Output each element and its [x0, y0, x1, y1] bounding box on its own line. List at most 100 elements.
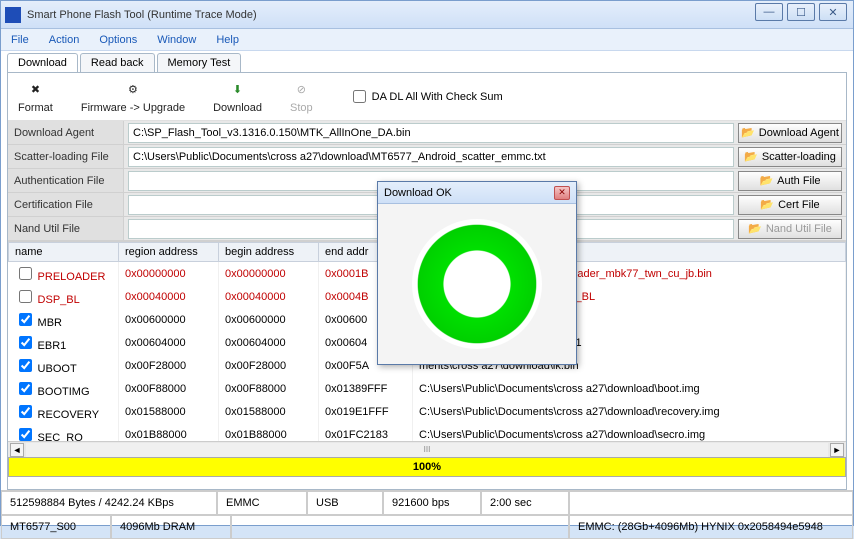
- col-region-address[interactable]: region address: [119, 243, 219, 262]
- menu-window[interactable]: Window: [157, 34, 196, 46]
- folder-icon: 📂: [759, 174, 773, 187]
- cell-begin-address: 0x01588000: [219, 400, 319, 423]
- menu-options[interactable]: Options: [99, 34, 137, 46]
- cell-region-address: 0x00604000: [119, 331, 219, 354]
- row-checkbox[interactable]: [19, 290, 32, 303]
- cell-region-address: 0x00F88000: [119, 377, 219, 400]
- status-emmc: EMMC: (28Gb+4096Mb) HYNIX 0x2058494e5948: [569, 515, 853, 539]
- format-button[interactable]: ✖ Format: [18, 80, 53, 114]
- status-bar: 512598884 Bytes / 4242.24 KBps EMMC USB …: [1, 490, 853, 538]
- horizontal-scrollbar[interactable]: ◄ III ►: [8, 441, 846, 457]
- stop-icon: ⊘: [291, 80, 311, 100]
- upgrade-icon: ⚙: [123, 80, 143, 100]
- da-checksum-option[interactable]: DA DL All With Check Sum: [353, 90, 503, 103]
- progress-bar: 100%: [8, 457, 846, 477]
- scatter-button[interactable]: 📂Scatter-loading: [738, 147, 842, 167]
- app-icon: [5, 7, 21, 23]
- download-button[interactable]: ⬇ Download: [213, 80, 262, 114]
- cert-button[interactable]: 📂Cert File: [738, 195, 842, 215]
- status-baud: 921600 bps: [383, 491, 481, 515]
- app-window: Smart Phone Flash Tool (Runtime Trace Mo…: [0, 0, 854, 526]
- row-checkbox[interactable]: [19, 405, 32, 418]
- col-begin-address[interactable]: begin address: [219, 243, 319, 262]
- download-ok-dialog: Download OK ✕: [377, 181, 577, 365]
- toolbar: ✖ Format ⚙ Firmware -> Upgrade ⬇ Downloa…: [8, 73, 846, 121]
- cert-label: Certification File: [8, 193, 124, 216]
- download-agent-field[interactable]: C:\SP_Flash_Tool_v3.1316.0.150\MTK_AllIn…: [128, 123, 734, 143]
- cell-location: C:\Users\Public\Documents\cross a27\down…: [413, 423, 846, 441]
- col-name[interactable]: name: [9, 243, 119, 262]
- scatter-label: Scatter-loading File: [8, 145, 124, 168]
- status-connection: USB: [307, 491, 383, 515]
- status-bytes: 512598884 Bytes / 4242.24 KBps: [1, 491, 217, 515]
- row-checkbox[interactable]: [19, 359, 32, 372]
- cell-region-address: 0x01588000: [119, 400, 219, 423]
- auth-label: Authentication File: [8, 169, 124, 192]
- row-checkbox[interactable]: [19, 428, 32, 441]
- dialog-title-text: Download OK: [384, 187, 452, 199]
- table-row[interactable]: BOOTIMG0x00F880000x00F880000x01389FFFC:\…: [9, 377, 846, 400]
- tab-memory-test[interactable]: Memory Test: [157, 53, 242, 72]
- folder-icon: 📂: [744, 150, 758, 163]
- minimize-button[interactable]: —: [755, 3, 783, 21]
- stop-button[interactable]: ⊘ Stop: [290, 80, 313, 114]
- cell-location: C:\Users\Public\Documents\cross a27\down…: [413, 377, 846, 400]
- scroll-track[interactable]: III: [26, 443, 828, 457]
- scroll-right-button[interactable]: ►: [830, 443, 844, 457]
- cell-region-address: 0x00040000: [119, 285, 219, 308]
- status-time: 2:00 sec: [481, 491, 569, 515]
- nand-label: Nand Util File: [8, 217, 124, 240]
- folder-icon: 📂: [760, 198, 774, 211]
- cell-begin-address: 0x00F28000: [219, 354, 319, 377]
- auth-button[interactable]: 📂Auth File: [738, 171, 842, 191]
- tab-download[interactable]: Download: [7, 53, 78, 72]
- status-empty: [569, 491, 853, 515]
- row-checkbox[interactable]: [19, 382, 32, 395]
- folder-icon: 📂: [748, 222, 762, 235]
- da-checksum-checkbox[interactable]: [353, 90, 366, 103]
- progress-text: 100%: [413, 461, 441, 473]
- cell-region-address: 0x01B88000: [119, 423, 219, 441]
- maximize-button[interactable]: ☐: [787, 3, 815, 21]
- row-checkbox[interactable]: [19, 267, 32, 280]
- dialog-titlebar[interactable]: Download OK ✕: [378, 182, 576, 204]
- status-empty2: [231, 515, 569, 539]
- cell-region-address: 0x00600000: [119, 308, 219, 331]
- cell-end-address: 0x019E1FFF: [319, 400, 413, 423]
- cell-begin-address: 0x00604000: [219, 331, 319, 354]
- cell-region-address: 0x00000000: [119, 262, 219, 286]
- table-row[interactable]: SEC_RO0x01B880000x01B880000x01FC2183C:\U…: [9, 423, 846, 441]
- cell-begin-address: 0x00040000: [219, 285, 319, 308]
- menubar: File Action Options Window Help: [1, 29, 853, 51]
- scroll-left-button[interactable]: ◄: [10, 443, 24, 457]
- download-agent-label: Download Agent: [8, 121, 124, 144]
- download-agent-button[interactable]: 📂Download Agent: [738, 123, 842, 143]
- scatter-field[interactable]: C:\Users\Public\Documents\cross a27\down…: [128, 147, 734, 167]
- window-title: Smart Phone Flash Tool (Runtime Trace Mo…: [27, 9, 257, 21]
- download-icon: ⬇: [228, 80, 248, 100]
- row-checkbox[interactable]: [19, 336, 32, 349]
- table-row[interactable]: RECOVERY0x015880000x015880000x019E1FFFC:…: [9, 400, 846, 423]
- close-button[interactable]: ✕: [819, 3, 847, 21]
- status-dram: 4096Mb DRAM: [111, 515, 231, 539]
- success-ring-icon: [412, 219, 542, 349]
- nand-button: 📂Nand Util File: [738, 219, 842, 239]
- firmware-upgrade-button[interactable]: ⚙ Firmware -> Upgrade: [81, 80, 185, 114]
- cell-begin-address: 0x00F88000: [219, 377, 319, 400]
- cell-location: C:\Users\Public\Documents\cross a27\down…: [413, 400, 846, 423]
- cell-begin-address: 0x00600000: [219, 308, 319, 331]
- cell-begin-address: 0x00000000: [219, 262, 319, 286]
- menu-action[interactable]: Action: [49, 34, 80, 46]
- cell-end-address: 0x01FC2183: [319, 423, 413, 441]
- tab-readback[interactable]: Read back: [80, 53, 155, 72]
- titlebar: Smart Phone Flash Tool (Runtime Trace Mo…: [1, 1, 853, 29]
- row-checkbox[interactable]: [19, 313, 32, 326]
- dialog-close-button[interactable]: ✕: [554, 186, 570, 200]
- menu-file[interactable]: File: [11, 34, 29, 46]
- format-icon: ✖: [25, 80, 45, 100]
- cell-begin-address: 0x01B88000: [219, 423, 319, 441]
- tab-bar: Download Read back Memory Test: [7, 53, 847, 72]
- menu-help[interactable]: Help: [216, 34, 239, 46]
- dialog-body: [378, 204, 576, 364]
- status-chip: MT6577_S00: [1, 515, 111, 539]
